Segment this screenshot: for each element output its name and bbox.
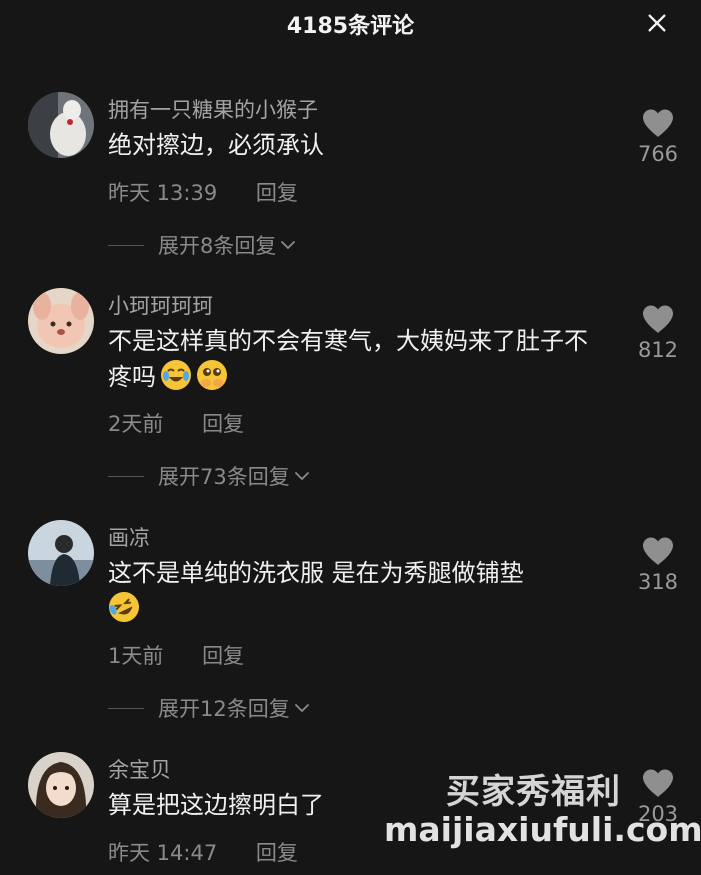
expand-replies-button[interactable]: 展开12条回复 [108, 693, 310, 723]
like-button[interactable]: 766 [628, 108, 688, 166]
heart-icon [643, 109, 673, 137]
heart-icon [643, 769, 673, 797]
username[interactable]: 余宝贝 [108, 754, 171, 784]
like-button[interactable]: 318 [628, 536, 688, 594]
chevron-down-icon [281, 241, 296, 250]
close-button[interactable] [640, 6, 674, 40]
avatar[interactable] [28, 520, 94, 586]
avatar[interactable] [28, 288, 94, 354]
expand-replies-button[interactable]: 展开73条回复 [108, 461, 310, 491]
reply-button[interactable]: 回复 [202, 412, 244, 436]
username[interactable]: 小珂珂珂珂 [108, 290, 213, 320]
pleading-emoji [197, 360, 227, 390]
comment-text: 这不是单纯的洗衣服 是在为秀腿做铺垫 [108, 555, 608, 627]
heart-icon [643, 537, 673, 565]
like-count: 203 [637, 802, 679, 826]
comment-time: 昨天 13:39 [108, 181, 218, 205]
reply-button[interactable]: 回复 [256, 841, 298, 865]
username[interactable]: 拥有一只糖果的小猴子 [108, 94, 318, 124]
heart-icon [643, 305, 673, 333]
comment-item: 拥有一只糖果的小猴子 绝对擦边，必须承认 昨天 13:39 回复 展开8条回复 … [0, 92, 701, 262]
close-icon [648, 14, 666, 32]
expand-replies-label: 展开8条回复 [158, 234, 277, 258]
comment-item: 小珂珂珂珂 不是这样真的不会有寒气，大姨妈来了肚子不疼吗 2天前 回复 展开73… [0, 288, 701, 498]
username[interactable]: 画凉 [108, 522, 150, 552]
comment-meta: 1天前 回复 [108, 640, 244, 670]
divider-line [108, 475, 144, 477]
comment-time: 1天前 [108, 644, 164, 668]
reply-button[interactable]: 回复 [202, 644, 244, 668]
comments-header: 4185条评论 [0, 0, 701, 44]
reply-button[interactable]: 回复 [256, 181, 298, 205]
like-button[interactable]: 812 [628, 304, 688, 362]
comment-item: 画凉 这不是单纯的洗衣服 是在为秀腿做铺垫 1天前 回复 展开12条回复 318 [0, 520, 701, 730]
expand-replies-button[interactable]: 展开8条回复 [108, 230, 296, 260]
comment-meta: 昨天 13:39 回复 [108, 177, 298, 207]
like-button[interactable]: 203 [628, 768, 688, 826]
comment-time: 昨天 14:47 [108, 841, 218, 865]
expand-replies-label: 展开73条回复 [158, 465, 290, 489]
comment-text: 不是这样真的不会有寒气，大姨妈来了肚子不疼吗 [108, 323, 608, 395]
comment-count-title: 4185条评论 [286, 14, 415, 39]
comment-time: 2天前 [108, 412, 164, 436]
comment-text: 算是把这边擦明白了 [108, 791, 324, 819]
avatar-image [28, 752, 94, 818]
rolling-laughing-emoji [109, 592, 139, 622]
comment-text: 绝对擦边，必须承认 [108, 131, 324, 159]
avatar[interactable] [28, 92, 94, 158]
divider-line [108, 244, 144, 246]
chevron-down-icon [294, 472, 309, 481]
divider-line [108, 707, 144, 709]
chevron-down-icon [294, 704, 309, 713]
avatar-image [28, 520, 94, 586]
avatar-image [28, 92, 94, 158]
like-count: 812 [637, 338, 679, 362]
expand-replies-label: 展开12条回复 [158, 697, 290, 721]
like-count: 318 [637, 570, 679, 594]
comment-text-content: 这不是单纯的洗衣服 是在为秀腿做铺垫 [108, 559, 524, 587]
like-count: 766 [637, 142, 679, 166]
avatar-image [28, 288, 94, 354]
comment-meta: 昨天 14:47 回复 [108, 837, 298, 867]
comment-item: 余宝贝 算是把这边擦明白了 昨天 14:47 回复 203 [0, 752, 701, 875]
comment-meta: 2天前 回复 [108, 408, 244, 438]
crying-laughing-emoji [161, 360, 191, 390]
avatar[interactable] [28, 752, 94, 818]
